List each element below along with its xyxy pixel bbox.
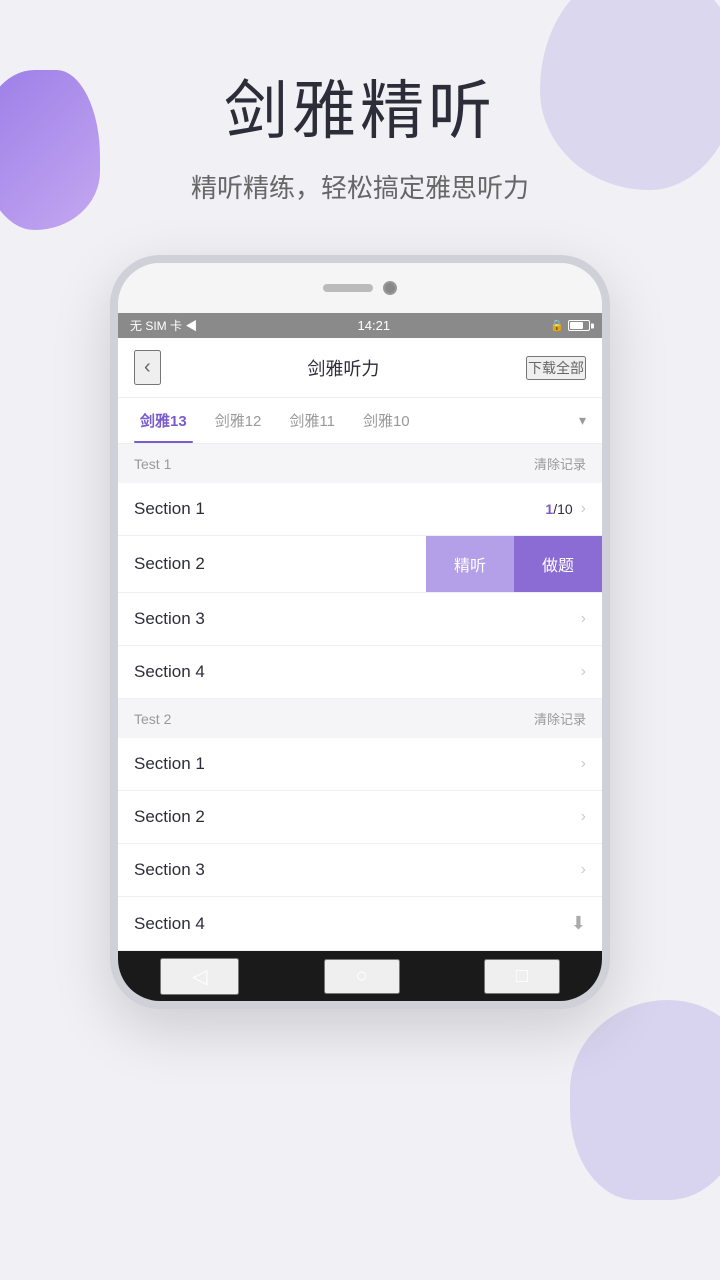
status-time: 14:21 xyxy=(358,318,391,333)
tabs-container: 剑雅13 剑雅12 剑雅11 剑雅10 ▾ xyxy=(118,398,602,444)
test1-section3[interactable]: Section 3 › xyxy=(118,593,602,646)
header-section: 剑雅精听 精听精练，轻松搞定雅思听力 xyxy=(0,0,720,235)
tab-jianya12[interactable]: 剑雅12 xyxy=(201,398,276,443)
phone-speaker xyxy=(323,284,373,292)
test2-label: Test 2 xyxy=(134,711,171,727)
app-header-title: 剑雅听力 xyxy=(307,355,379,381)
download-all-button[interactable]: 下载全部 xyxy=(526,356,586,380)
t2-section1-chevron-icon: › xyxy=(581,755,586,773)
app-header: ‹ 剑雅听力 下载全部 xyxy=(118,338,602,398)
phone-notch xyxy=(323,281,397,295)
section1-chevron-icon: › xyxy=(581,500,586,518)
section4-label: Section 4 xyxy=(134,662,205,682)
t2-section1-label: Section 1 xyxy=(134,754,205,774)
app-subtitle: 精听精练，轻松搞定雅思听力 xyxy=(40,168,680,205)
bg-decoration-bottom-right xyxy=(570,1000,720,1200)
section3-label: Section 3 xyxy=(134,609,205,629)
bottom-nav: ◁ ○ □ xyxy=(118,951,602,1001)
t2-section3-label: Section 3 xyxy=(134,860,205,880)
battery-icon xyxy=(568,320,590,331)
back-button[interactable]: ‹ xyxy=(134,350,161,385)
test2-section4[interactable]: Section 4 ⬇ xyxy=(118,897,602,951)
test1-section1[interactable]: Section 1 1/10 › xyxy=(118,483,602,536)
tab-jianya11[interactable]: 剑雅11 xyxy=(275,398,349,443)
phone-top-bar xyxy=(118,263,602,313)
test2-clear-button[interactable]: 清除记录 xyxy=(534,709,586,728)
test2-section3[interactable]: Section 3 › xyxy=(118,844,602,897)
nav-back-button[interactable]: ◁ xyxy=(160,958,239,995)
t2-section2-label: Section 2 xyxy=(134,807,205,827)
t2-section4-label: Section 4 xyxy=(134,914,205,934)
section1-right: 1/10 › xyxy=(545,500,586,518)
tab-jianya13[interactable]: 剑雅13 xyxy=(126,398,201,443)
section1-progress: 1/10 xyxy=(545,501,572,517)
content-area: Test 1 清除记录 Section 1 1/10 › Section 2 精… xyxy=(118,444,602,951)
zuoti-button[interactable]: 做题 xyxy=(514,536,602,592)
phone-container: 无 SIM 卡 ◀ 14:21 🔒 ‹ 剑雅听力 下载全部 剑雅13 剑雅12 xyxy=(0,255,720,1009)
t2-section3-chevron-icon: › xyxy=(581,861,586,879)
section2-actions: 精听 做题 xyxy=(221,536,602,592)
nav-home-button[interactable]: ○ xyxy=(324,959,400,994)
jiting-button[interactable]: 精听 xyxy=(426,536,514,592)
test1-label: Test 1 xyxy=(134,456,171,472)
section2-label: Section 2 xyxy=(118,538,221,590)
status-carrier: 无 SIM 卡 ◀ xyxy=(130,317,197,334)
test1-section2[interactable]: Section 2 精听 做题 xyxy=(118,536,602,593)
status-right: 🔒 xyxy=(550,319,590,332)
lock-icon: 🔒 xyxy=(550,319,564,332)
download-icon: ⬇ xyxy=(571,913,586,934)
section4-chevron-icon: › xyxy=(581,663,586,681)
tab-jianya10[interactable]: 剑雅10 xyxy=(349,398,424,443)
test1-header: Test 1 清除记录 xyxy=(118,444,602,483)
test1-clear-button[interactable]: 清除记录 xyxy=(534,454,586,473)
app-title: 剑雅精听 xyxy=(40,60,680,152)
test2-header: Test 2 清除记录 xyxy=(118,699,602,738)
status-bar: 无 SIM 卡 ◀ 14:21 🔒 xyxy=(118,313,602,338)
test2-section1[interactable]: Section 1 › xyxy=(118,738,602,791)
battery-fill xyxy=(570,322,583,329)
section3-chevron-icon: › xyxy=(581,610,586,628)
tab-more-button[interactable]: ▾ xyxy=(571,400,594,441)
phone-camera xyxy=(383,281,397,295)
phone-mockup: 无 SIM 卡 ◀ 14:21 🔒 ‹ 剑雅听力 下载全部 剑雅13 剑雅12 xyxy=(110,255,610,1009)
nav-recent-button[interactable]: □ xyxy=(484,959,560,994)
t2-section2-chevron-icon: › xyxy=(581,808,586,826)
test1-section4[interactable]: Section 4 › xyxy=(118,646,602,699)
section1-label: Section 1 xyxy=(134,499,205,519)
test2-section2[interactable]: Section 2 › xyxy=(118,791,602,844)
